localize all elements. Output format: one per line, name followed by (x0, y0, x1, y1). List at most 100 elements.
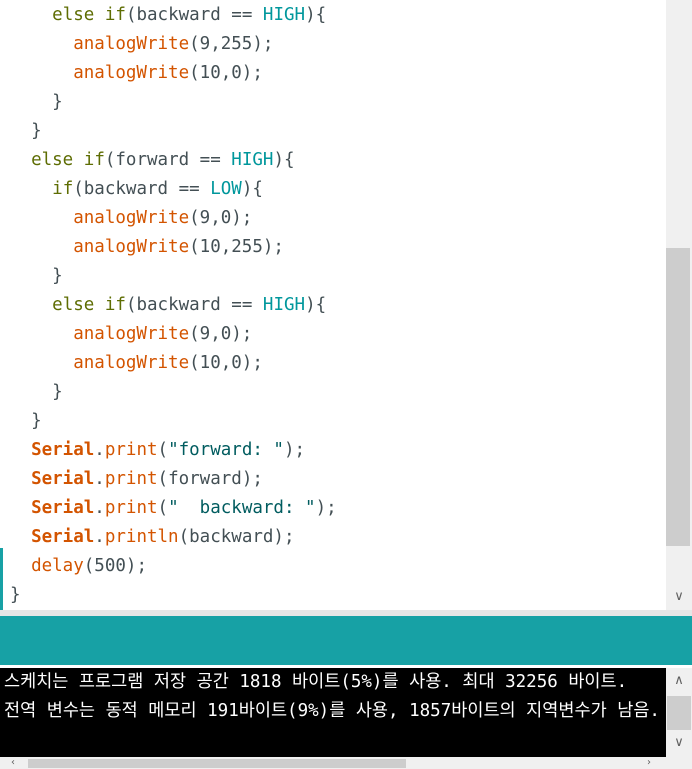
code-line[interactable]: else if(backward == HIGH){ (10, 1, 326, 30)
code-token: else (31, 150, 74, 170)
code-token: (9,255); (189, 34, 274, 54)
code-token: if (104, 5, 126, 25)
code-line[interactable]: analogWrite(10,0); (10, 349, 263, 378)
code-token: ); (315, 498, 337, 518)
code-line[interactable]: if(backward == LOW){ (10, 175, 263, 204)
status-bar (0, 616, 692, 665)
code-token: print (104, 469, 158, 489)
code-token: (9,0); (189, 208, 253, 228)
code-token: HIGH (231, 150, 274, 170)
code-line[interactable]: Serial.print(" backward: "); (10, 494, 337, 523)
code-token: ){ (273, 150, 295, 170)
code-token: if (83, 150, 105, 170)
code-line[interactable]: Serial.print("forward: "); (10, 436, 305, 465)
code-token: (forward); (157, 469, 263, 489)
editor-gutter-marker (0, 548, 3, 610)
code-token: analogWrite (73, 324, 190, 344)
code-token: (forward == (104, 150, 232, 170)
code-token: ( (157, 498, 169, 518)
code-token: } (52, 266, 63, 286)
code-token: "forward: " (168, 440, 284, 460)
code-line[interactable]: else if(backward == HIGH){ (10, 291, 326, 320)
chevron-down-icon[interactable]: ∨ (666, 586, 692, 608)
code-editor[interactable]: else if(backward == HIGH){ analogWrite(9… (0, 0, 666, 610)
code-token: analogWrite (73, 34, 190, 54)
code-token: (500); (83, 556, 147, 576)
code-line[interactable]: Serial.print(forward); (10, 465, 263, 494)
code-token: else (52, 295, 95, 315)
code-token: if (104, 295, 126, 315)
editor-scrollbar-thumb[interactable] (666, 248, 690, 546)
code-token: print (104, 498, 158, 518)
code-token: analogWrite (73, 353, 190, 373)
code-token: (backward == (73, 179, 211, 199)
editor-vertical-scrollbar[interactable]: ∨ (666, 0, 692, 610)
code-token: (backward == (125, 295, 263, 315)
code-token: Serial (31, 527, 95, 547)
code-line[interactable]: } (10, 117, 42, 146)
code-token: Serial (31, 498, 95, 518)
code-line[interactable]: delay(500); (10, 552, 147, 581)
code-line[interactable]: else if(forward == HIGH){ (10, 146, 295, 175)
code-line[interactable]: analogWrite(9,0); (10, 204, 252, 233)
code-token: Serial (31, 440, 95, 460)
console-horizontal-scrollbar[interactable]: ‹ › (0, 757, 692, 769)
code-token: if (52, 179, 74, 199)
chevron-left-icon[interactable]: ‹ (4, 757, 22, 769)
code-token: (backward); (178, 527, 295, 547)
code-token: ); (283, 440, 306, 460)
code-line[interactable]: } (10, 407, 42, 436)
code-token: print (104, 440, 158, 460)
code-line[interactable]: analogWrite(10,0); (10, 59, 263, 88)
code-token: ){ (241, 179, 263, 199)
chevron-down-icon[interactable]: ∨ (666, 733, 692, 753)
code-token: delay (31, 556, 84, 576)
code-line[interactable]: } (10, 378, 63, 407)
code-token: (9,0); (189, 324, 253, 344)
console-output[interactable]: 스케치는 프로그램 저장 공간 1818 바이트(5%)를 사용. 최대 322… (0, 668, 666, 757)
code-line[interactable]: Serial.println(backward); (10, 523, 295, 552)
code-line[interactable]: } (10, 88, 63, 117)
code-token: analogWrite (73, 63, 190, 83)
code-token: HIGH (262, 295, 306, 315)
code-token: analogWrite (73, 208, 190, 228)
code-token: . (94, 440, 105, 460)
code-token: " backward: " (168, 498, 316, 518)
chevron-up-icon[interactable]: ∧ (666, 671, 692, 691)
code-token: else (52, 5, 95, 25)
code-token: ){ (305, 5, 327, 25)
code-token: (10,0); (189, 63, 263, 83)
console-vertical-scrollbar[interactable]: ∧ ∨ (666, 668, 692, 757)
code-token: analogWrite (73, 237, 190, 257)
code-token: . (94, 469, 105, 489)
chevron-right-icon[interactable]: › (640, 757, 658, 769)
horizontal-scrollbar-thumb[interactable] (28, 759, 406, 768)
code-token: Serial (31, 469, 95, 489)
code-line[interactable]: analogWrite(10,255); (10, 233, 284, 262)
console-scrollbar-thumb[interactable] (667, 696, 691, 730)
code-token: (10,0); (189, 353, 263, 373)
code-token: } (31, 411, 42, 431)
code-token: . (94, 527, 105, 547)
console-line: 스케치는 프로그램 저장 공간 1818 바이트(5%)를 사용. 최대 322… (4, 672, 628, 692)
code-line[interactable]: } (10, 581, 21, 610)
code-token: (10,255); (189, 237, 284, 257)
code-line[interactable]: analogWrite(9,255); (10, 30, 273, 59)
code-line[interactable]: } (10, 262, 63, 291)
code-line[interactable]: analogWrite(9,0); (10, 320, 252, 349)
